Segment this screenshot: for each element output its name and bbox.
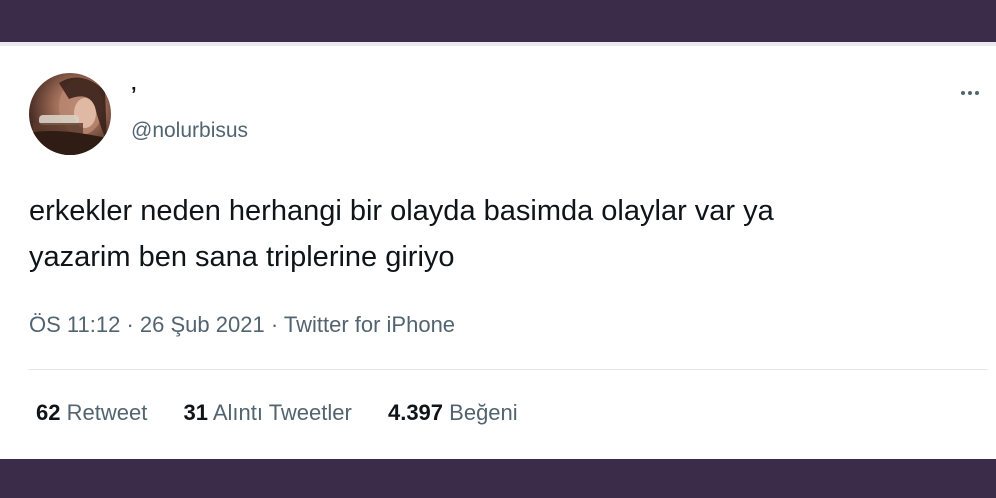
user-handle[interactable]: @nolurbisus [131, 119, 248, 143]
meta-separator: · [126, 312, 134, 337]
tweet-text: erkekler neden herhangi bir olayda basim… [29, 188, 989, 280]
quote-tweets-count: 31 [183, 400, 208, 425]
retweets-label: Retweet [66, 400, 148, 425]
tweet-text-line: yazarim ben sana triplerine giriyo [29, 241, 455, 273]
display-name[interactable]: ’ [131, 84, 137, 106]
divider [29, 369, 987, 370]
tweet-meta: ÖS 11:12 · 26 Şub 2021 · Twitter for iPh… [29, 312, 455, 338]
more-dot [968, 91, 972, 95]
tweet-time[interactable]: ÖS 11:12 [29, 312, 120, 337]
more-dots-icon[interactable] [955, 83, 985, 103]
likes-label: Beğeni [449, 400, 518, 425]
meta-separator: · [270, 312, 279, 337]
retweets-stat[interactable]: 62 Retweet [36, 400, 147, 426]
avatar-photo [29, 77, 111, 155]
screenshot-frame: ’ @nolurbisus erkekler neden herhangi bi… [0, 0, 996, 498]
tweet-date[interactable]: 26 Şub 2021 [140, 312, 265, 337]
tweet-source[interactable]: Twitter for iPhone [284, 312, 455, 337]
quote-tweets-label: Alıntı Tweetler [212, 400, 352, 425]
likes-count: 4.397 [387, 400, 444, 425]
more-dot [975, 91, 979, 95]
more-dot [961, 91, 965, 95]
tweet-stats: 62 Retweet 31 Alıntı Tweetler 4.397 Beğe… [36, 400, 518, 426]
likes-stat[interactable]: 4.397 Beğeni [388, 400, 518, 426]
avatar[interactable] [29, 73, 111, 155]
quote-tweets-stat[interactable]: 31 Alıntı Tweetler [183, 400, 351, 426]
retweets-count: 62 [36, 400, 61, 425]
tweet-text-line: erkekler neden herhangi bir olayda basim… [29, 195, 774, 227]
tweet-card: ’ @nolurbisus erkekler neden herhangi bi… [0, 42, 996, 459]
